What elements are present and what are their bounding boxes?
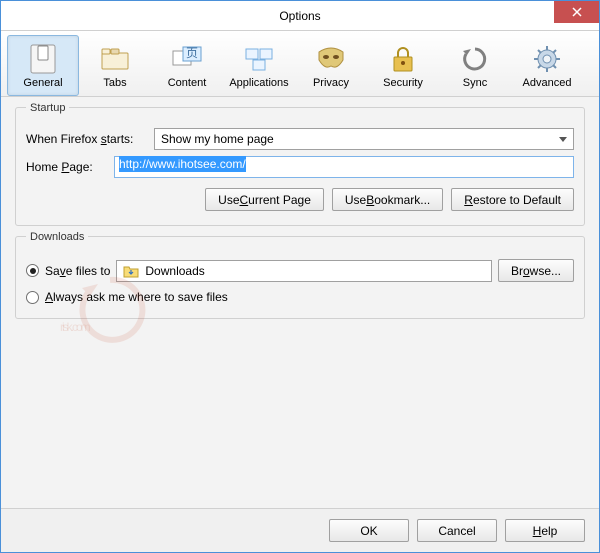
save-files-radio[interactable] [26, 264, 39, 277]
tab-label: Privacy [313, 77, 349, 89]
downloads-group: Downloads Save files to Downloads Browse… [15, 236, 585, 319]
content-panel: Startup When Firefox starts: Show my hom… [1, 97, 599, 508]
tab-applications[interactable]: Applications [223, 35, 295, 96]
home-page-input[interactable]: http://www.ihotsee.com/ [114, 156, 574, 178]
home-page-label: Home Page: [26, 160, 106, 174]
save-files-label: Save files to [45, 264, 110, 278]
sync-icon [459, 43, 491, 75]
save-files-row: Save files to Downloads Browse... [26, 259, 574, 282]
tab-sync[interactable]: Sync [439, 35, 511, 96]
settings-tab-toolbar: General Tabs 页 Content Applications Priv… [1, 31, 599, 97]
tab-label: General [23, 77, 62, 89]
home-page-row: Home Page: http://www.ihotsee.com/ [26, 156, 574, 178]
always-ask-radio[interactable] [26, 291, 39, 304]
always-ask-row: Always ask me where to save files [26, 290, 574, 304]
tab-tabs[interactable]: Tabs [79, 35, 151, 96]
titlebar[interactable]: Options [1, 1, 599, 31]
always-ask-label: Always ask me where to save files [45, 290, 228, 304]
when-firefox-starts-label: When Firefox starts: [26, 132, 146, 146]
tab-privacy[interactable]: Privacy [295, 35, 367, 96]
when-firefox-starts-row: When Firefox starts: Show my home page [26, 128, 574, 150]
content-icon: 页 [171, 43, 203, 75]
close-button[interactable] [554, 1, 599, 23]
when-firefox-starts-select[interactable]: Show my home page [154, 128, 574, 150]
tab-label: Content [168, 77, 207, 89]
tab-label: Sync [463, 77, 487, 89]
startup-group: Startup When Firefox starts: Show my hom… [15, 107, 585, 226]
tab-advanced[interactable]: Advanced [511, 35, 583, 96]
select-value: Show my home page [161, 132, 274, 146]
tab-label: Advanced [523, 77, 572, 89]
tab-label: Security [383, 77, 423, 89]
startup-legend: Startup [26, 102, 69, 114]
applications-icon [243, 43, 275, 75]
dialog-footer: OK Cancel Help [1, 508, 599, 552]
svg-text:页: 页 [186, 46, 198, 60]
tab-label: Applications [229, 77, 288, 89]
gear-icon [531, 43, 563, 75]
home-page-value: http://www.ihotsee.com/ [119, 156, 246, 172]
tab-label: Tabs [103, 77, 126, 89]
use-bookmark-button[interactable]: Use Bookmark... [332, 188, 443, 211]
tab-content[interactable]: 页 Content [151, 35, 223, 96]
download-path-box[interactable]: Downloads [116, 260, 492, 282]
folder-tabs-icon [99, 43, 131, 75]
close-icon [572, 7, 582, 17]
browse-button[interactable]: Browse... [498, 259, 574, 282]
mask-icon [315, 43, 347, 75]
lock-icon [387, 43, 419, 75]
restore-default-button[interactable]: Restore to Default [451, 188, 574, 211]
tab-security[interactable]: Security [367, 35, 439, 96]
downloads-legend: Downloads [26, 231, 88, 243]
cancel-button[interactable]: Cancel [417, 519, 497, 542]
help-button[interactable]: Help [505, 519, 585, 542]
tab-general[interactable]: General [7, 35, 79, 96]
ok-button[interactable]: OK [329, 519, 409, 542]
switch-icon [27, 43, 59, 75]
download-path-value: Downloads [145, 264, 204, 278]
startup-buttons: Use Current Page Use Bookmark... Restore… [26, 188, 574, 211]
window-title: Options [279, 9, 320, 23]
options-window: Options General Tabs 页 Content [0, 0, 600, 553]
use-current-page-button[interactable]: Use Current Page [205, 188, 324, 211]
folder-icon [123, 264, 139, 278]
